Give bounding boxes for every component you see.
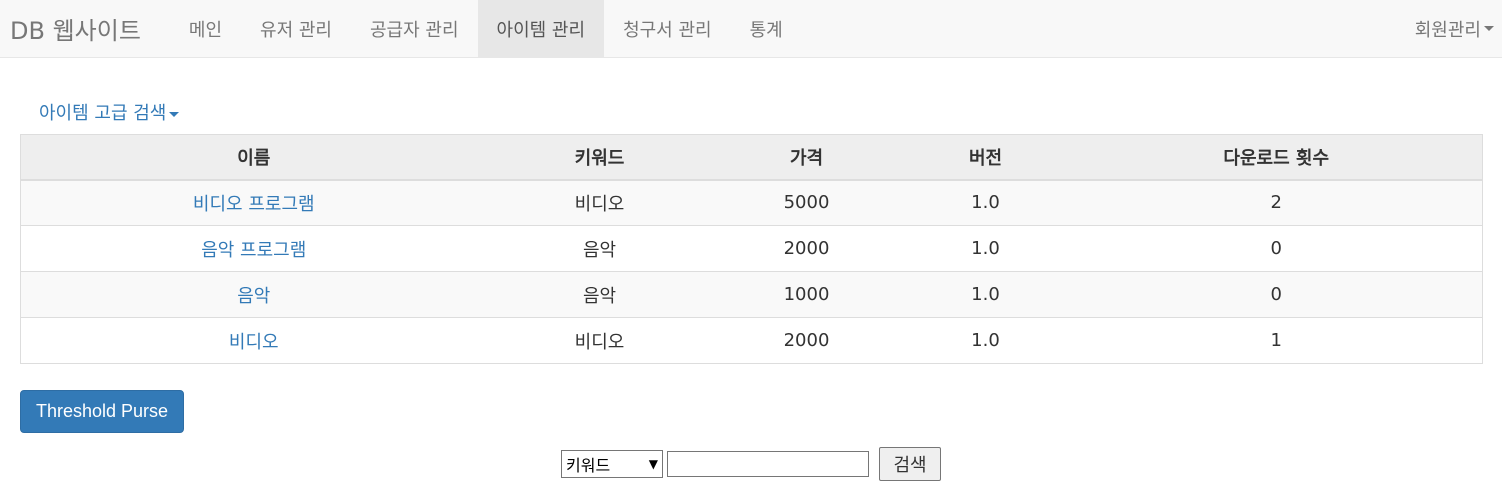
item-name-link[interactable]: 비디오 프로그램 <box>193 194 315 215</box>
item-keyword: 비디오 <box>486 179 713 226</box>
search-bar: 키워드 ▼ 검색 <box>561 447 941 481</box>
nav-item-items[interactable]: 아이템 관리 <box>477 0 605 57</box>
table-row: 음악 음악 1000 1.0 0 <box>20 271 1483 318</box>
header-version: 버전 <box>900 134 1071 181</box>
nav-item-stats[interactable]: 통계 <box>731 0 802 57</box>
header-keyword: 키워드 <box>486 134 713 181</box>
advanced-search-toggle[interactable]: 아이템 고급 검색 <box>39 102 180 126</box>
item-version: 1.0 <box>900 317 1071 364</box>
advanced-search-label: 아이템 고급 검색 <box>39 103 167 124</box>
threshold-purse-button[interactable]: Threshold Purse <box>20 390 185 433</box>
table-row: 음악 프로그램 음악 2000 1.0 0 <box>20 225 1483 272</box>
caret-down-icon <box>1484 26 1494 31</box>
search-select-value: 키워드 <box>566 456 611 475</box>
nav-item-users[interactable]: 유저 관리 <box>241 0 351 57</box>
item-version: 1.0 <box>900 271 1071 318</box>
nav-menu: 메인 유저 관리 공급자 관리 아이템 관리 청구서 관리 통계 <box>170 0 802 57</box>
item-name-link[interactable]: 음악 <box>237 286 270 307</box>
nav-item-main[interactable]: 메인 <box>170 0 241 57</box>
main-content: 아이템 고급 검색 이름 키워드 가격 버전 다운로드 횟수 비디오 프로그램 … <box>0 58 1502 433</box>
table-row: 비디오 비디오 2000 1.0 1 <box>20 317 1483 364</box>
item-downloads: 2 <box>1070 179 1483 226</box>
item-price: 2000 <box>712 317 901 364</box>
nav-item-invoices[interactable]: 청구서 관리 <box>604 0 731 57</box>
item-keyword: 음악 <box>486 271 713 318</box>
search-input[interactable] <box>667 451 869 477</box>
header-price: 가격 <box>712 134 901 181</box>
caret-down-icon <box>169 111 180 117</box>
search-button[interactable]: 검색 <box>879 447 941 481</box>
table-row: 비디오 프로그램 비디오 5000 1.0 2 <box>20 179 1483 226</box>
member-menu-label: 회원관리 <box>1414 19 1481 41</box>
item-version: 1.0 <box>900 179 1071 226</box>
item-price: 2000 <box>712 225 901 272</box>
search-field-select[interactable]: 키워드 ▼ <box>561 450 663 478</box>
item-downloads: 0 <box>1070 225 1483 272</box>
item-name-link[interactable]: 음악 프로그램 <box>201 240 306 261</box>
item-name-link[interactable]: 비디오 <box>229 332 279 353</box>
nav-item-suppliers[interactable]: 공급자 관리 <box>351 0 478 57</box>
table-header-row: 이름 키워드 가격 버전 다운로드 횟수 <box>20 134 1483 181</box>
item-price: 1000 <box>712 271 901 318</box>
member-menu-dropdown[interactable]: 회원관리 <box>1415 0 1502 57</box>
item-downloads: 1 <box>1070 317 1483 364</box>
items-table: 이름 키워드 가격 버전 다운로드 횟수 비디오 프로그램 비디오 5000 1… <box>20 134 1483 364</box>
header-name: 이름 <box>20 134 487 181</box>
top-navbar: DB 웹사이트 메인 유저 관리 공급자 관리 아이템 관리 청구서 관리 통계… <box>0 0 1502 58</box>
item-version: 1.0 <box>900 225 1071 272</box>
item-price: 5000 <box>712 179 901 226</box>
item-keyword: 비디오 <box>486 317 713 364</box>
brand-title[interactable]: DB 웹사이트 <box>0 0 151 57</box>
item-downloads: 0 <box>1070 271 1483 318</box>
item-keyword: 음악 <box>486 225 713 272</box>
chevron-down-icon: ▼ <box>648 457 658 471</box>
header-downloads: 다운로드 횟수 <box>1070 134 1483 181</box>
